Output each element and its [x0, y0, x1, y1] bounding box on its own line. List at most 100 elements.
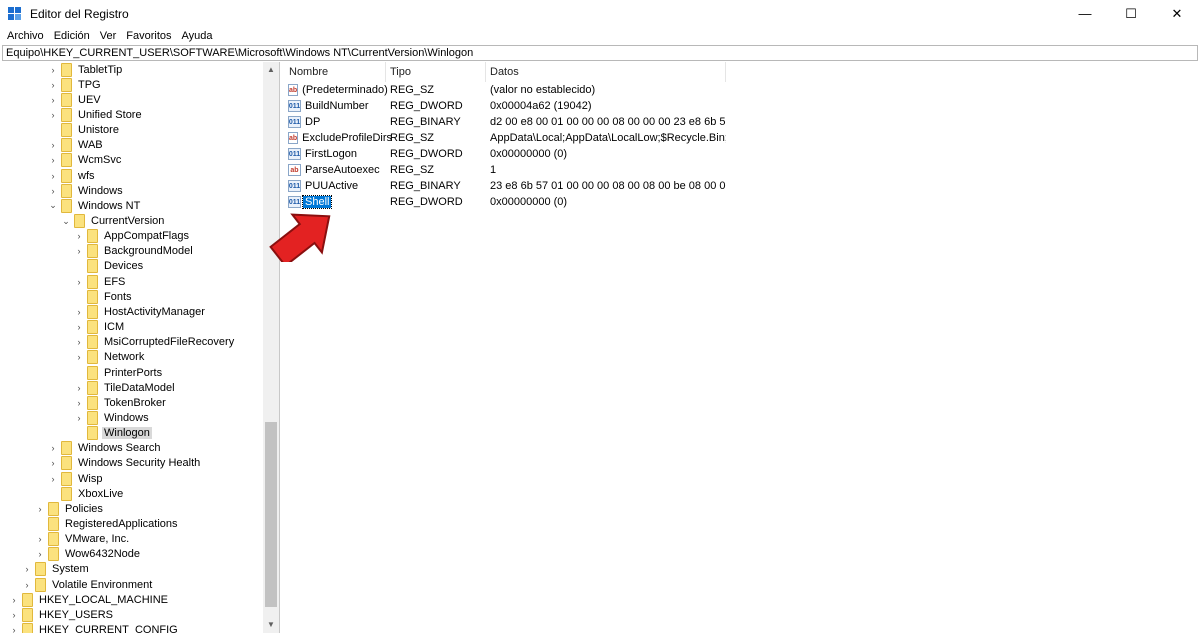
chevron-right-icon[interactable]: › [22, 577, 32, 592]
chevron-right-icon[interactable]: › [35, 501, 45, 516]
scroll-down-icon[interactable]: ▼ [263, 617, 279, 631]
value-data: AppData\Local;AppData\LocalLow;$Recycle.… [490, 132, 726, 144]
tree-item-label: HKEY_USERS [39, 608, 113, 621]
chevron-right-icon[interactable]: › [48, 183, 58, 198]
chevron-down-icon[interactable]: ⌄ [61, 214, 71, 229]
tree-item[interactable]: RegisteredApplications [35, 517, 180, 532]
chevron-right-icon[interactable]: › [48, 107, 58, 122]
scroll-up-icon[interactable]: ▲ [263, 62, 279, 76]
tree-item[interactable]: › HKEY_USERS [9, 607, 115, 622]
tree-item[interactable]: Unistore [48, 123, 121, 138]
address-bar[interactable]: Equipo\HKEY_CURRENT_USER\SOFTWARE\Micros… [2, 45, 1198, 61]
chevron-right-icon[interactable]: › [48, 62, 58, 77]
folder-icon [87, 274, 98, 289]
tree-item[interactable]: › System [22, 562, 91, 577]
chevron-right-icon[interactable]: › [48, 456, 58, 471]
value-row[interactable]: ab ParseAutoexec REG_SZ 1 [285, 162, 726, 178]
column-header-tipo[interactable]: Tipo [386, 62, 486, 82]
tree-item[interactable]: Devices [74, 259, 145, 274]
chevron-right-icon[interactable]: › [74, 350, 84, 365]
menu-ayuda[interactable]: Ayuda [177, 30, 218, 42]
tree-item[interactable]: › WcmSvc [48, 153, 123, 168]
tree-item[interactable]: › VMware, Inc. [35, 532, 131, 547]
tree-item[interactable]: › Windows [74, 410, 151, 425]
tree-item[interactable]: › Wisp [48, 471, 104, 486]
tree-item[interactable]: › UEV [48, 92, 103, 107]
chevron-right-icon[interactable]: › [74, 274, 84, 289]
tree-item[interactable]: › Unified Store [48, 107, 144, 122]
column-header-nombre[interactable]: Nombre [285, 62, 386, 82]
chevron-right-icon[interactable]: › [9, 592, 19, 607]
tree-item[interactable]: Fonts [74, 289, 134, 304]
tree-item[interactable]: › TPG [48, 77, 103, 92]
tree-scrollbar[interactable]: ▲ ▼ [263, 62, 279, 633]
tree-item[interactable]: › AppCompatFlags [74, 229, 191, 244]
chevron-right-icon[interactable]: › [74, 335, 84, 350]
menu-archivo[interactable]: Archivo [2, 30, 49, 42]
chevron-right-icon[interactable]: › [48, 441, 58, 456]
tree-item[interactable]: Winlogon [74, 426, 152, 441]
maximize-button[interactable]: ☐ [1108, 0, 1154, 27]
folder-icon [61, 456, 72, 471]
tree-item[interactable]: › MsiCorruptedFileRecovery [74, 335, 236, 350]
value-row[interactable]: ab ExcludeProfileDirs REG_SZ AppData\Local;… [285, 130, 726, 146]
value-row[interactable]: 011 BuildNumber REG_DWORD 0x00004a62 (19042… [285, 98, 726, 114]
value-row[interactable]: 011 PUUActive REG_BINARY 23 e8 6b 57 01 00 … [285, 178, 726, 194]
tree-item[interactable]: ⌄ Windows NT [48, 198, 142, 213]
menu-favoritos[interactable]: Favoritos [121, 30, 176, 42]
chevron-right-icon[interactable]: › [74, 304, 84, 319]
chevron-right-icon[interactable]: › [48, 77, 58, 92]
close-button[interactable]: ✕ [1154, 0, 1200, 27]
tree-item-label: MsiCorruptedFileRecovery [104, 336, 235, 349]
tree-item[interactable]: ⌄ CurrentVersion [61, 214, 166, 229]
chevron-right-icon[interactable]: › [9, 623, 19, 633]
tree-item[interactable]: › wfs [48, 168, 97, 183]
menu-edicion[interactable]: Edición [49, 30, 95, 42]
menu-ver[interactable]: Ver [95, 30, 122, 42]
chevron-right-icon[interactable]: › [74, 410, 84, 425]
chevron-right-icon[interactable]: › [74, 229, 84, 244]
tree-item[interactable]: › TileDataModel [74, 380, 177, 395]
value-row[interactable]: 011 DP REG_BINARY d2 00 e8 00 01 00 00 00 0… [285, 114, 726, 130]
tree-item[interactable]: › ICM [74, 320, 126, 335]
chevron-right-icon[interactable]: › [48, 92, 58, 107]
chevron-right-icon[interactable]: › [48, 153, 58, 168]
tree-item[interactable]: › BackgroundModel [74, 244, 195, 259]
chevron-down-icon[interactable]: ⌄ [48, 198, 58, 213]
tree-item[interactable]: › Wow6432Node [35, 547, 142, 562]
chevron-right-icon[interactable]: › [74, 380, 84, 395]
tree-item[interactable]: › HKEY_LOCAL_MACHINE [9, 592, 170, 607]
tree-item[interactable]: › Volatile Environment [22, 577, 154, 592]
tree-item[interactable]: › Network [74, 350, 146, 365]
tree-item[interactable]: › HostActivityManager [74, 304, 207, 319]
chevron-right-icon[interactable]: › [74, 395, 84, 410]
chevron-right-icon[interactable]: › [48, 168, 58, 183]
chevron-right-icon[interactable]: › [9, 607, 19, 622]
value-row[interactable]: 011 FirstLogon REG_DWORD 0x00000000 (0) [285, 146, 726, 162]
tree-item[interactable]: › TabletTip [48, 62, 124, 77]
tree-item[interactable]: › Windows [48, 183, 125, 198]
tree-item[interactable]: PrinterPorts [74, 365, 164, 380]
value-row[interactable]: ab (Predeterminado) REG_SZ (valor no establ… [285, 82, 726, 98]
tree-item-label: Windows Search [78, 442, 161, 455]
chevron-right-icon[interactable]: › [35, 547, 45, 562]
column-header-datos[interactable]: Datos [486, 62, 726, 82]
tree-item[interactable]: › HKEY_CURRENT_CONFIG [9, 623, 180, 633]
chevron-right-icon[interactable]: › [48, 138, 58, 153]
chevron-right-icon[interactable]: › [74, 244, 84, 259]
minimize-button[interactable]: — [1062, 0, 1108, 27]
chevron-right-icon[interactable]: › [74, 320, 84, 335]
value-row[interactable]: 011 Shell REG_DWORD 0x00000000 (0) [285, 194, 726, 210]
tree-item[interactable]: › TokenBroker [74, 395, 168, 410]
chevron-right-icon[interactable]: › [22, 562, 32, 577]
tree-scroll-thumb[interactable] [265, 422, 277, 607]
tree-item[interactable]: XboxLive [48, 486, 125, 501]
folder-icon [61, 123, 72, 138]
tree-item[interactable]: › Windows Search [48, 441, 163, 456]
tree-item[interactable]: › Windows Security Health [48, 456, 202, 471]
tree-item[interactable]: › WAB [48, 138, 105, 153]
tree-item[interactable]: › EFS [74, 274, 127, 289]
chevron-right-icon[interactable]: › [48, 471, 58, 486]
chevron-right-icon[interactable]: › [35, 532, 45, 547]
tree-item[interactable]: › Policies [35, 501, 105, 516]
